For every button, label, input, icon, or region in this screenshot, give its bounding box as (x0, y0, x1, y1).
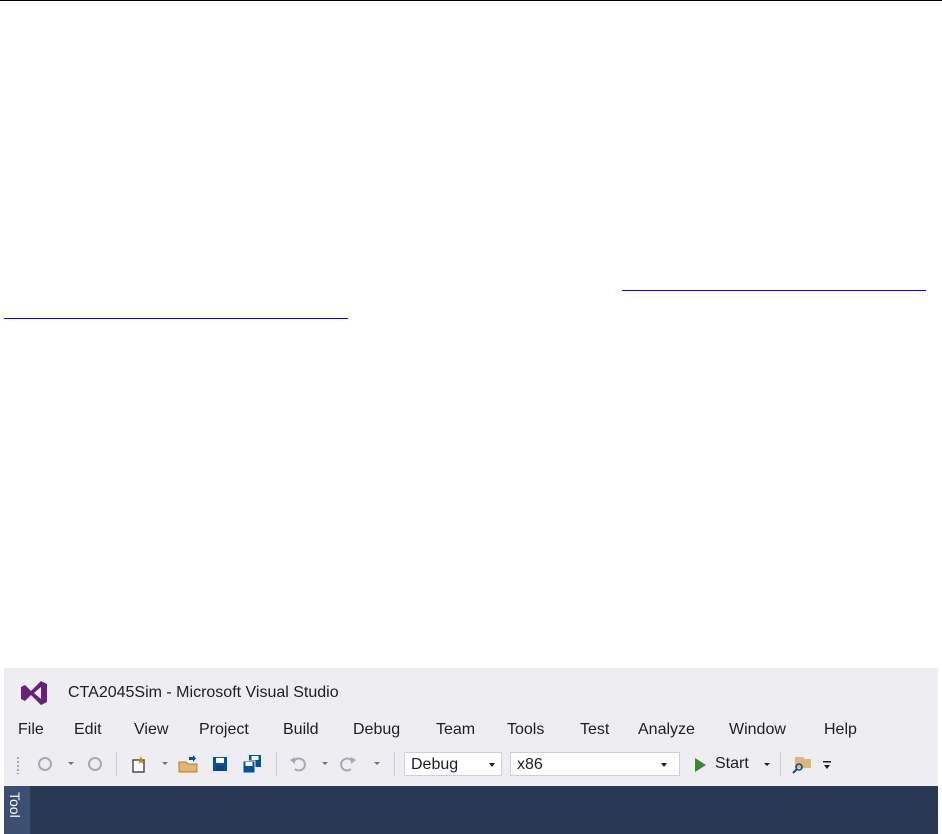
menu-view[interactable]: View (134, 721, 168, 739)
play-icon (695, 758, 706, 772)
menu-bar: File Edit View Project Build Debug Team … (4, 718, 938, 742)
chevron-down-icon (489, 763, 495, 767)
open-file-button[interactable] (176, 754, 200, 774)
platform-value: x86 (517, 756, 543, 773)
start-debugging-button[interactable]: Start (688, 754, 774, 776)
chevron-down-icon (661, 763, 667, 767)
top-rule (0, 0, 942, 1)
start-dropdown-arrow[interactable] (764, 763, 770, 766)
find-in-files-icon (792, 757, 811, 774)
save-all-button[interactable] (240, 754, 264, 774)
redo-dropdown-arrow[interactable] (374, 762, 380, 765)
save-all-icon (242, 755, 261, 774)
back-dropdown-arrow[interactable] (68, 762, 74, 765)
document-link-underline[interactable] (622, 280, 926, 291)
forward-button[interactable] (86, 754, 104, 774)
menu-build[interactable]: Build (283, 721, 319, 739)
toolbar-separator (394, 752, 395, 776)
undo-icon (290, 757, 306, 772)
window-title: CTA2045Sim - Microsoft Visual Studio (68, 684, 339, 701)
visual-studio-logo-icon (21, 681, 47, 705)
toolbox-tab[interactable]: Tool (4, 786, 30, 834)
save-icon (213, 757, 227, 771)
save-button[interactable] (210, 754, 230, 774)
new-project-button[interactable] (128, 754, 150, 774)
configuration-value: Debug (411, 756, 459, 773)
workspace-area: Tool (4, 786, 938, 834)
back-button[interactable] (36, 754, 54, 774)
menu-project[interactable]: Project (199, 721, 249, 739)
menu-file[interactable]: File (18, 721, 44, 739)
standard-toolbar: Debug x86 Start (4, 748, 938, 780)
toolbar-overflow-icon (823, 761, 831, 769)
toolbar-separator (116, 752, 117, 776)
toolbox-tab-label: Tool (7, 792, 23, 818)
toolbar-separator (276, 752, 277, 776)
visual-studio-window: CTA2045Sim - Microsoft Visual Studio Fil… (4, 668, 938, 834)
menu-window[interactable]: Window (729, 721, 786, 739)
toolbar-overflow-button[interactable] (820, 754, 834, 774)
title-bar: CTA2045Sim - Microsoft Visual Studio (4, 668, 938, 716)
solution-configuration-select[interactable]: Debug (404, 752, 502, 776)
menu-debug[interactable]: Debug (353, 721, 400, 739)
find-in-files-button[interactable] (790, 754, 814, 774)
document-link-underline-continued[interactable] (4, 308, 348, 319)
menu-tools[interactable]: Tools (507, 721, 544, 739)
toolbar-grip[interactable] (16, 756, 20, 774)
menu-team[interactable]: Team (436, 721, 475, 739)
redo-button[interactable] (338, 754, 358, 774)
undo-button[interactable] (288, 754, 308, 774)
menu-edit[interactable]: Edit (74, 721, 102, 739)
open-folder-icon (178, 755, 198, 773)
back-icon (38, 757, 52, 771)
new-project-icon (132, 756, 145, 773)
redo-icon (340, 757, 356, 772)
menu-test[interactable]: Test (580, 721, 609, 739)
toolbar-separator (780, 752, 781, 776)
new-project-dropdown-arrow[interactable] (162, 762, 168, 765)
solution-platform-select[interactable]: x86 (510, 752, 680, 776)
menu-analyze[interactable]: Analyze (638, 721, 695, 739)
menu-help[interactable]: Help (824, 721, 857, 739)
undo-dropdown-arrow[interactable] (322, 762, 328, 765)
start-label: Start (715, 755, 749, 772)
forward-icon (88, 757, 102, 771)
